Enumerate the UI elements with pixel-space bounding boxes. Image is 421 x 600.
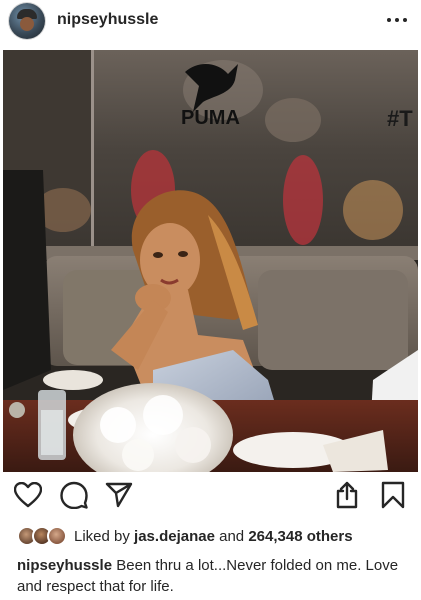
post-username[interactable]: nipseyhussle xyxy=(57,11,158,29)
action-bar xyxy=(0,478,421,518)
post-caption: nipseyhussle Been thru a lot...Never fol… xyxy=(17,555,412,597)
caption-username[interactable]: nipseyhussle xyxy=(17,557,112,574)
share-upload-icon[interactable] xyxy=(330,478,364,512)
heart-icon[interactable] xyxy=(11,478,45,512)
liker-avatar[interactable] xyxy=(47,526,67,546)
bookmark-icon[interactable] xyxy=(376,478,410,512)
more-horizontal-icon[interactable] xyxy=(382,9,412,31)
likes-text: Liked by jas.dejanae and 264,348 others xyxy=(74,528,353,545)
wall-text: #T xyxy=(387,106,413,131)
paper-plane-icon[interactable] xyxy=(102,478,136,512)
likes-prefix: Liked by xyxy=(74,528,135,545)
brand-text: PUMA xyxy=(181,107,240,129)
liked-by-user[interactable]: jas.dejanae xyxy=(134,528,215,545)
post-header: nipseyhussle xyxy=(0,0,421,46)
likes-count[interactable]: 264,348 others xyxy=(248,528,352,545)
likes-middle: and xyxy=(214,528,249,545)
post-photo[interactable]: PUMA #T xyxy=(3,50,418,472)
comment-icon[interactable] xyxy=(57,478,91,512)
profile-avatar[interactable] xyxy=(9,3,45,39)
likes-row: Liked by jas.dejanae and 264,348 others xyxy=(0,526,421,548)
